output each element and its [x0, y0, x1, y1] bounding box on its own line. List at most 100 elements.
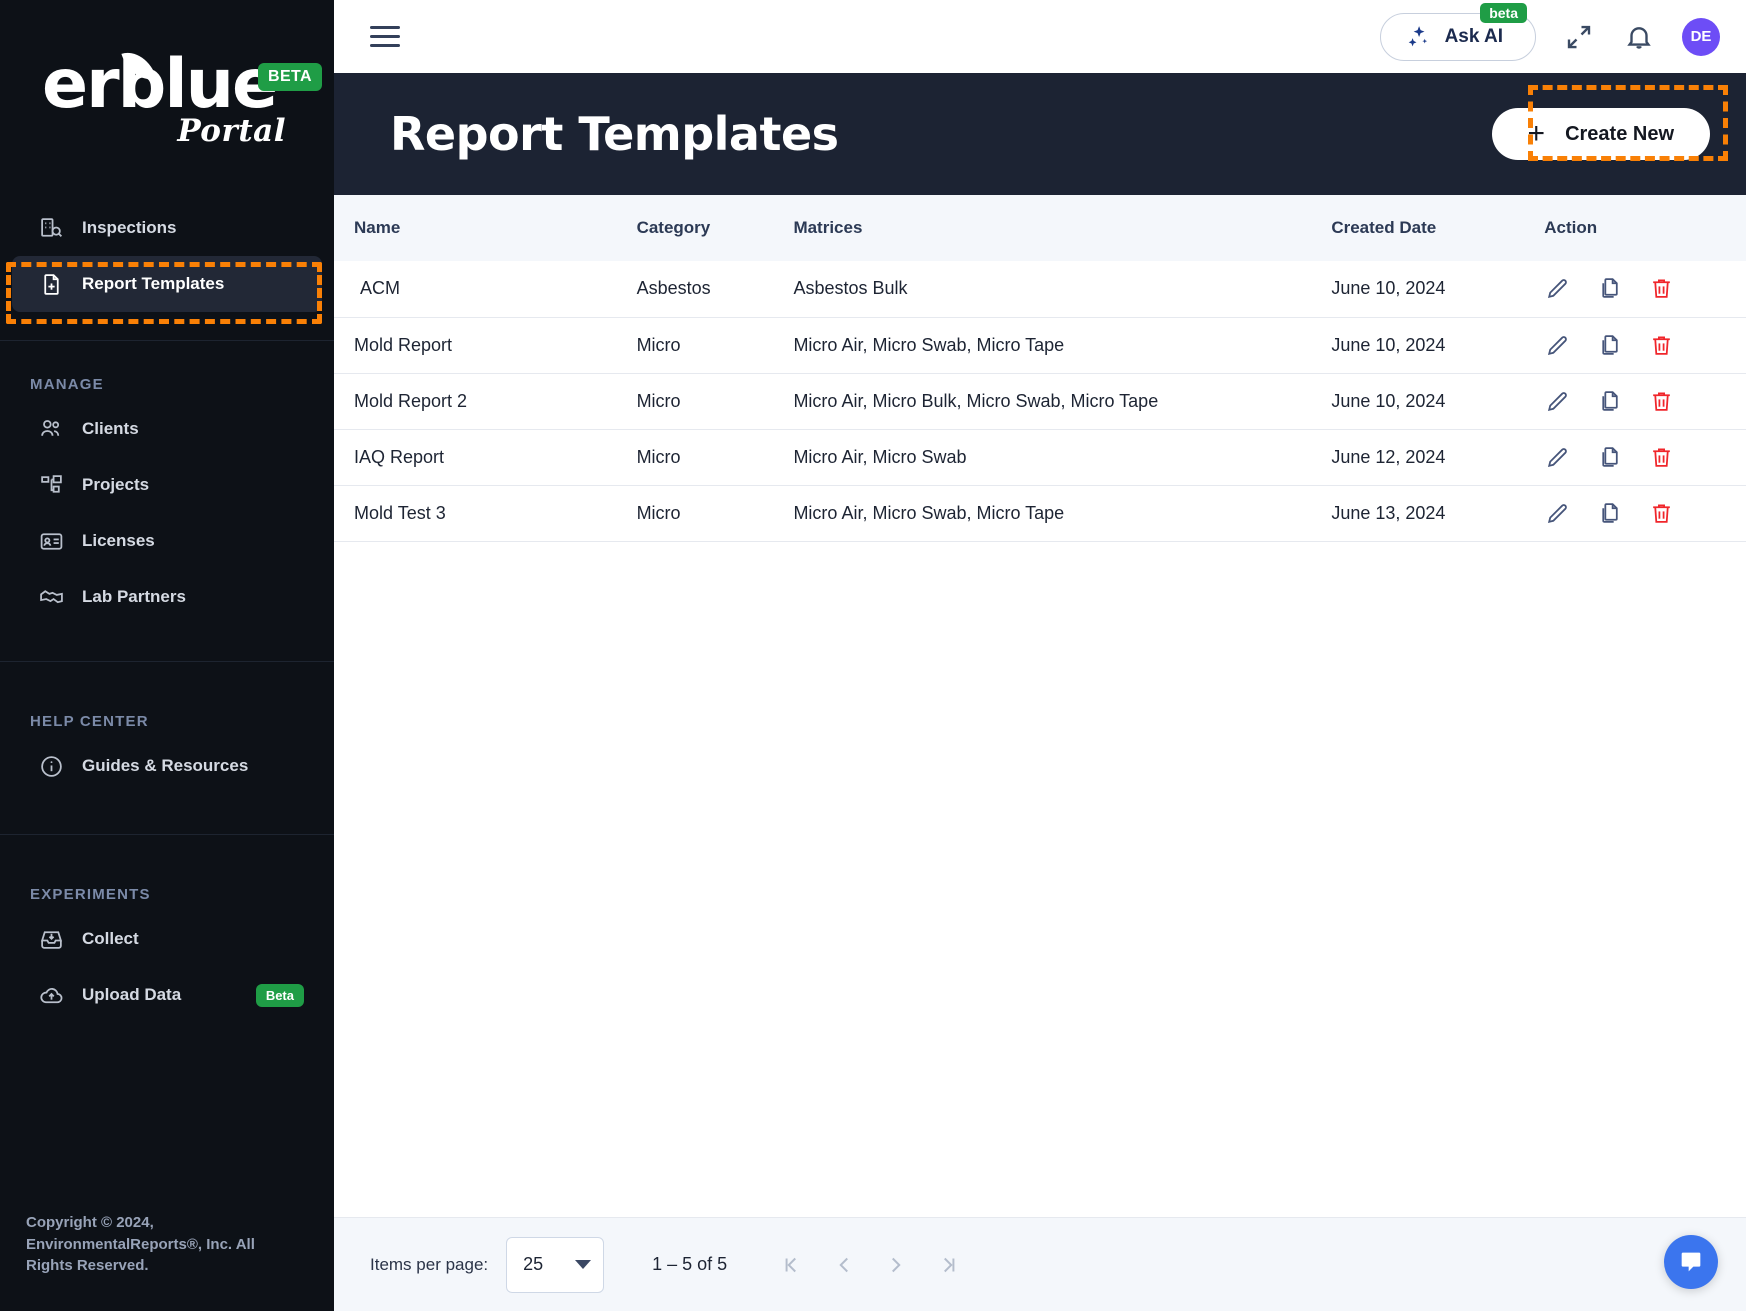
cell-name: Mold Test 3 — [354, 502, 446, 523]
top-bar-actions: Ask AI beta DE — [1379, 2, 1720, 61]
sidebar-item-label: Upload Data — [82, 985, 182, 1004]
cell-matrices: Micro Air, Micro Bulk, Micro Swab, Micro… — [793, 390, 1159, 411]
inbox-download-icon — [38, 926, 64, 952]
sidebar-item-collect[interactable]: Collect — [12, 911, 322, 967]
page-range-label: 1 – 5 of 5 — [652, 1254, 728, 1274]
sidebar-item-badge: Beta — [255, 983, 304, 1007]
table-row[interactable]: Mold Report 2 Micro Micro Air, Micro Bul… — [334, 373, 1746, 429]
cell-actions — [1544, 261, 1746, 317]
brand-name: erblue — [42, 45, 278, 124]
id-card-icon — [38, 528, 64, 554]
sidebar-item-upload-data[interactable]: Upload Data Beta — [12, 967, 322, 1023]
cell-created-date: June 10, 2024 — [1331, 390, 1446, 411]
edit-icon[interactable] — [1544, 276, 1570, 302]
duplicate-icon[interactable] — [1596, 388, 1622, 414]
chevron-down-icon — [575, 1260, 592, 1269]
sidebar-section-manage-label: MANAGE — [30, 375, 104, 393]
sidebar-item-clients[interactable]: Clients — [12, 401, 322, 457]
sidebar-item-label: Projects — [82, 475, 150, 494]
delete-icon[interactable] — [1648, 444, 1674, 470]
expand-icon[interactable] — [1562, 20, 1596, 54]
row-actions — [1544, 388, 1736, 414]
cell-actions — [1544, 485, 1746, 541]
sparkle-icon — [1405, 24, 1431, 50]
column-header-matrices[interactable]: Matrices — [793, 195, 1331, 261]
table-row[interactable]: IAQ Report Micro Micro Air, Micro Swab J… — [334, 429, 1746, 485]
table-header-row: Name Category Matrices Created Date Acti… — [334, 195, 1746, 261]
column-header-category[interactable]: Category — [637, 195, 794, 261]
sidebar-item-licenses[interactable]: Licenses — [12, 513, 322, 569]
cell-created-date: June 10, 2024 — [1331, 278, 1446, 299]
cell-category: Micro — [636, 446, 681, 467]
sidebar-help-nav: Guides & Resources — [0, 738, 334, 794]
duplicate-icon[interactable] — [1596, 500, 1622, 526]
sidebar-item-inspections[interactable]: Inspections — [12, 200, 322, 256]
cell-name: Mold Report 2 — [354, 390, 468, 411]
cell-actions — [1544, 373, 1746, 429]
cell-category: Micro — [636, 390, 681, 411]
sidebar: erblue Portal BETA Inspections Report Te… — [0, 0, 334, 1311]
brand-beta-badge: BETA — [258, 63, 322, 91]
cell-matrices: Micro Air, Micro Swab — [793, 446, 967, 467]
table-row[interactable]: ACM Asbestos Asbestos Bulk June 10, 2024 — [334, 261, 1746, 317]
page-header: Report Templates + Create New — [334, 73, 1746, 195]
ask-ai-label: Ask AI — [1444, 25, 1503, 47]
edit-icon[interactable] — [1544, 332, 1570, 358]
sidebar-item-label: Report Templates — [82, 274, 225, 293]
table-empty-space — [334, 541, 1746, 1217]
sidebar-primary-nav: Inspections Report Templates — [0, 200, 334, 312]
sidebar-item-lab-partners[interactable]: Lab Partners — [12, 569, 322, 625]
sidebar-divider — [0, 340, 334, 341]
sidebar-item-label: Guides & Resources — [82, 756, 249, 775]
delete-icon[interactable] — [1648, 388, 1674, 414]
table-row[interactable]: Mold Test 3 Micro Micro Air, Micro Swab,… — [334, 485, 1746, 541]
duplicate-icon[interactable] — [1596, 332, 1622, 358]
cell-actions — [1544, 317, 1746, 373]
cell-category: Micro — [636, 502, 681, 523]
column-header-name[interactable]: Name — [334, 195, 637, 261]
cell-category: Asbestos — [636, 278, 711, 299]
bell-icon[interactable] — [1622, 20, 1656, 54]
row-actions — [1544, 332, 1736, 358]
duplicate-icon[interactable] — [1596, 444, 1622, 470]
delete-icon[interactable] — [1648, 332, 1674, 358]
items-per-page-select[interactable]: 25 — [506, 1236, 605, 1293]
cell-created-date: June 10, 2024 — [1331, 334, 1446, 355]
brand-logo[interactable]: erblue Portal BETA — [0, 0, 334, 200]
hamburger-icon[interactable] — [370, 26, 400, 47]
sidebar-item-report-templates[interactable]: Report Templates — [12, 256, 322, 312]
items-per-page-value: 25 — [523, 1254, 544, 1274]
table-row[interactable]: Mold Report Micro Micro Air, Micro Swab,… — [334, 317, 1746, 373]
cell-created-date: June 12, 2024 — [1331, 446, 1446, 467]
plus-icon: + — [1527, 117, 1546, 150]
cell-name: ACM — [360, 278, 400, 299]
top-bar: Ask AI beta DE — [334, 0, 1746, 73]
ask-ai-button[interactable]: Ask AI beta — [1379, 2, 1536, 61]
sidebar-copyright: Copyright © 2024, EnvironmentalReports®,… — [26, 1213, 255, 1275]
first-page-icon[interactable] — [769, 1242, 815, 1288]
sidebar-divider-2 — [0, 661, 334, 662]
create-new-button[interactable]: + Create New — [1491, 108, 1710, 160]
edit-icon[interactable] — [1544, 388, 1570, 414]
sidebar-item-guides-resources[interactable]: Guides & Resources — [12, 738, 322, 794]
next-page-icon[interactable] — [873, 1242, 919, 1288]
delete-icon[interactable] — [1648, 500, 1674, 526]
duplicate-icon[interactable] — [1596, 276, 1622, 302]
delete-icon[interactable] — [1648, 276, 1674, 302]
sidebar-section-help-label: HELP CENTER — [30, 712, 149, 730]
ask-ai-beta-badge: beta — [1480, 2, 1527, 23]
edit-icon[interactable] — [1544, 500, 1570, 526]
sitemap-icon — [38, 472, 64, 498]
create-new-label: Create New — [1565, 122, 1674, 145]
last-page-icon[interactable] — [925, 1242, 971, 1288]
avatar[interactable]: DE — [1682, 17, 1720, 56]
chat-bubble-icon[interactable] — [1664, 1235, 1718, 1289]
column-header-action: Action — [1544, 218, 1598, 237]
cell-name: IAQ Report — [354, 446, 445, 467]
column-header-created-date[interactable]: Created Date — [1331, 195, 1544, 261]
cell-matrices: Micro Air, Micro Swab, Micro Tape — [793, 502, 1065, 523]
sidebar-item-projects[interactable]: Projects — [12, 457, 322, 513]
cell-actions — [1544, 429, 1746, 485]
prev-page-icon[interactable] — [821, 1242, 867, 1288]
edit-icon[interactable] — [1544, 444, 1570, 470]
